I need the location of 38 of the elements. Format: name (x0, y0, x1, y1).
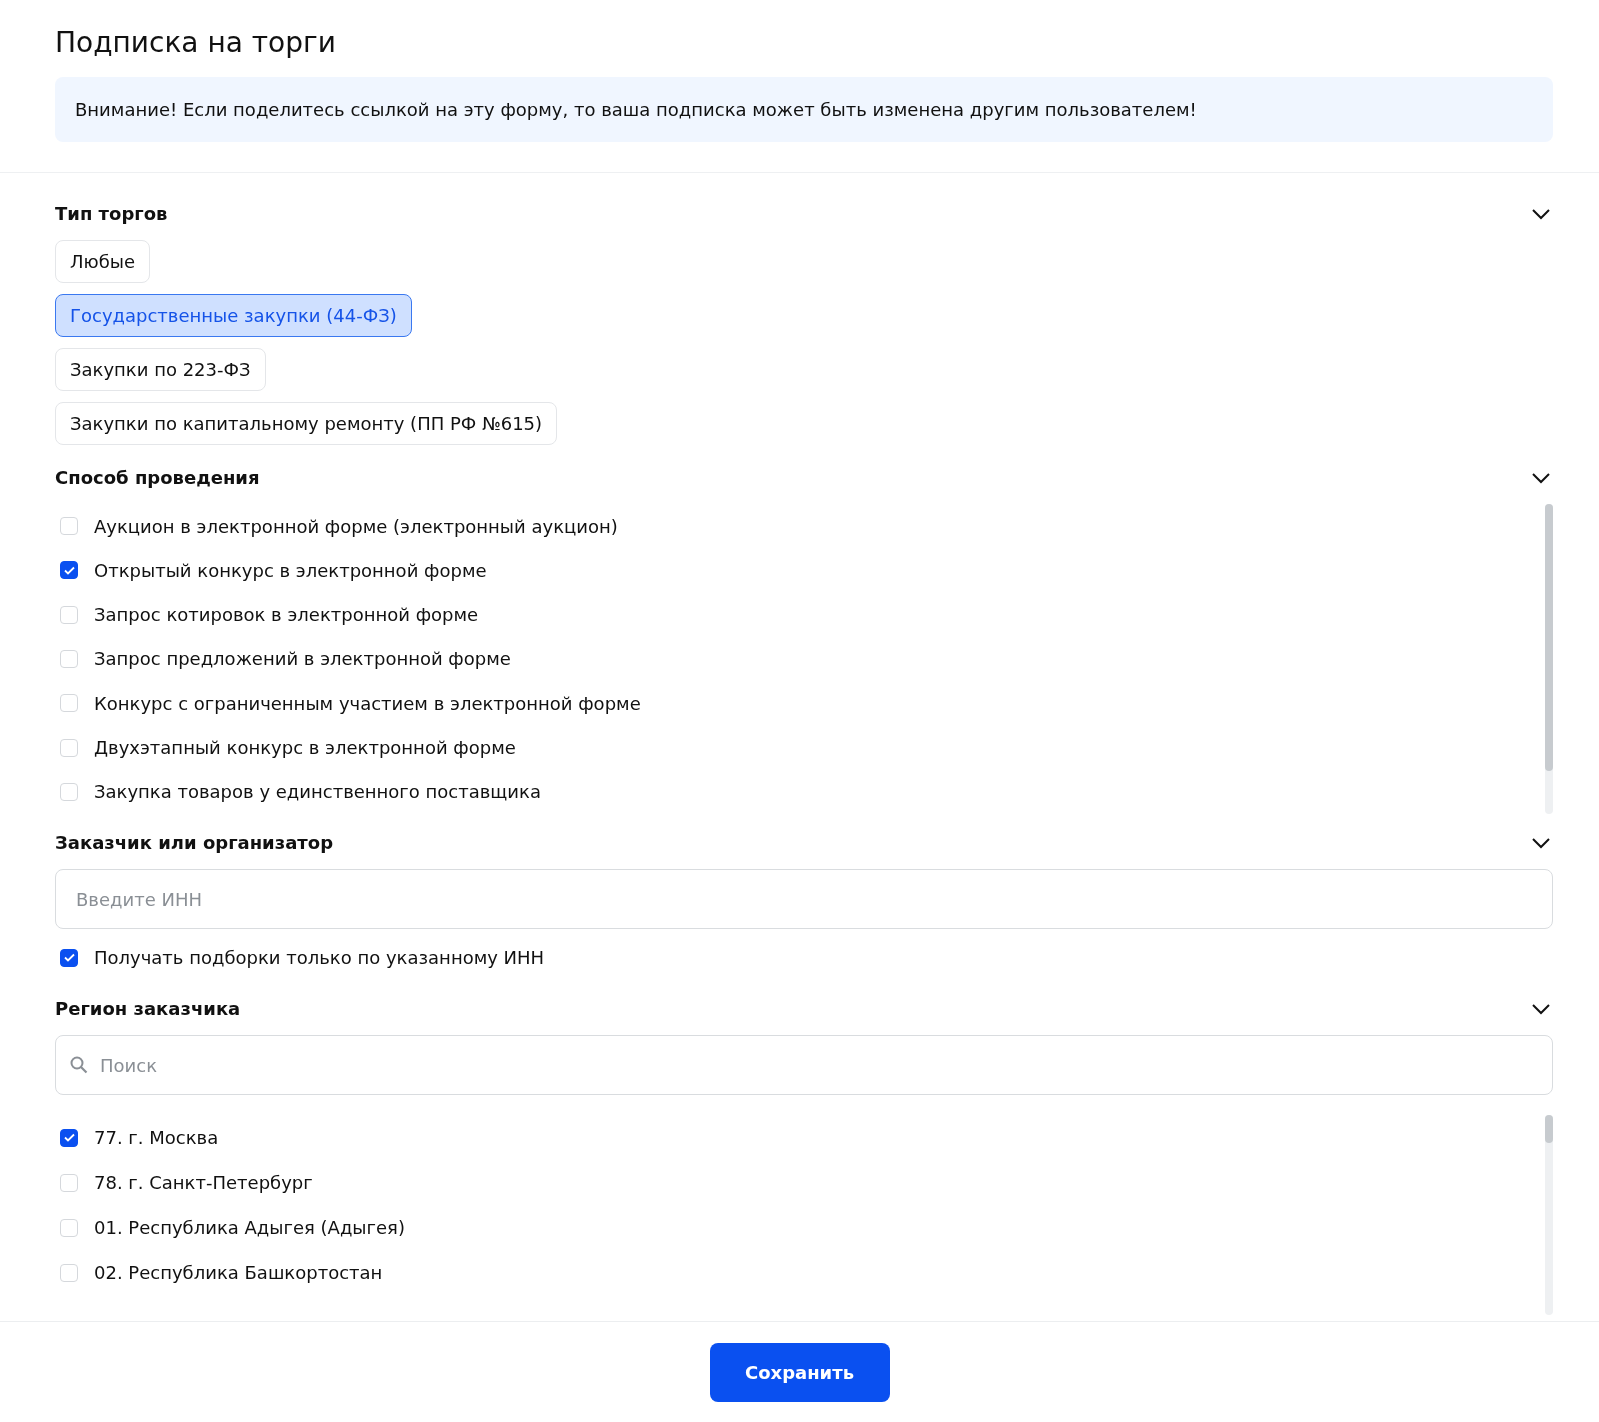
checkmark-icon (63, 565, 75, 575)
section-title: Регион заказчика (55, 998, 241, 1019)
option-label: 77. г. Москва (94, 1127, 219, 1148)
option-label: Запрос предложений в электронной форме (94, 648, 511, 670)
chevron-icon[interactable] (1531, 836, 1551, 849)
checkbox[interactable] (60, 561, 78, 580)
option-label: Двухэтапный конкурс в электронной форме (94, 737, 516, 759)
chevron-icon[interactable] (1531, 1002, 1551, 1015)
section-title: Способ проведения (55, 467, 260, 488)
checkbox[interactable] (60, 1128, 78, 1147)
filter-chip[interactable]: Закупки по 223-ФЗ (55, 348, 266, 391)
option-label: Получать подборки только по указанному ИНН (94, 947, 545, 968)
filter-chip[interactable]: Государственные закупки (44-ФЗ) (55, 294, 412, 337)
save-button[interactable]: Сохранить (709, 1342, 890, 1402)
warning-banner: Внимание! Если поделитесь ссылкой на эту форму, то ваша подписка может быть изменена другим пользователем! (55, 77, 1553, 142)
search-icon (70, 1056, 88, 1074)
chevron-icon[interactable] (1531, 471, 1551, 484)
checkbox[interactable] (60, 948, 78, 967)
chevron-icon[interactable] (1531, 207, 1551, 220)
option-label: Конкурс с ограниченным участием в электронной форме (94, 692, 641, 714)
section-title: Заказчик или организатор (55, 832, 334, 853)
filter-chip[interactable]: Любые (55, 240, 151, 283)
filter-chip[interactable]: Закупки по капитальному ремонту (ПП РФ №615) (55, 402, 558, 445)
search-field[interactable]: Поиск (55, 1035, 1553, 1095)
scrollbar[interactable] (1545, 504, 1553, 814)
page-title: Подписка на торги (55, 26, 337, 59)
option-label: Запрос котировок в электронной форме (94, 604, 479, 626)
option-label: Открытый конкурс в электронной форме (94, 559, 487, 581)
option-label: 78. г. Санкт-Петербург (94, 1172, 313, 1193)
scrollbar[interactable] (1545, 1115, 1553, 1315)
section-title: Тип торгов (55, 203, 168, 224)
option-label: Закупка товаров у единственного поставщика (94, 781, 541, 803)
option-label: Аукцион в электронной форме (электронный аукцион) (94, 515, 618, 537)
checkmark-icon (63, 1133, 75, 1142)
inn-input-field[interactable]: Введите ИНН (55, 869, 1553, 929)
checkmark-icon (63, 953, 75, 962)
option-label: 01. Республика Адыгея (Адыгея) (94, 1217, 405, 1238)
option-label: 02. Республика Башкортостан (94, 1262, 383, 1283)
